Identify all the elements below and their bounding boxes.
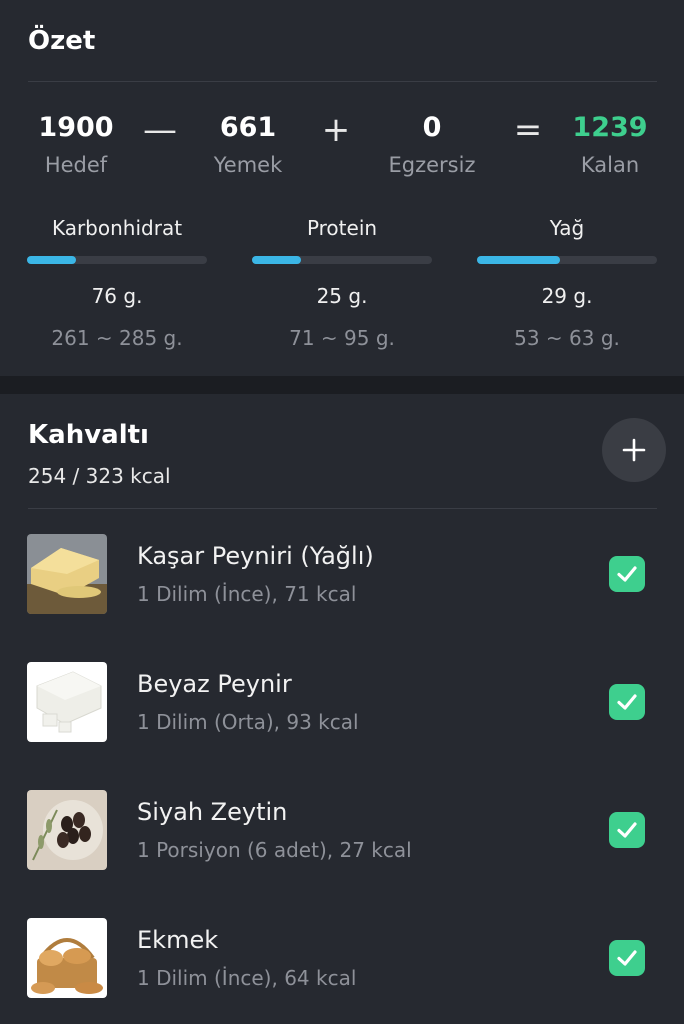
- macro-fat: Yağ 29 g. 53 ~ 63 g.: [477, 216, 657, 350]
- checkbox-checked[interactable]: [609, 556, 645, 592]
- remaining-value: 1239: [572, 112, 648, 143]
- macro-value: 29 g.: [541, 284, 593, 308]
- food-description: 1 Porsiyon (6 adet), 27 kcal: [137, 838, 412, 862]
- checkbox-checked[interactable]: [609, 940, 645, 976]
- checkmark-icon: [617, 694, 637, 710]
- remaining-stat: 1239 Kalan: [540, 112, 680, 177]
- food-item[interactable]: Ekmek 1 Dilim (İnce), 64 kcal: [0, 918, 684, 1000]
- checkmark-icon: [617, 950, 637, 966]
- exercise-stat: 0 Egzersiz: [362, 112, 502, 177]
- meal-card-breakfast: Kahvaltı 254 / 323 kcal Kaşar Peyniri (Y…: [0, 394, 684, 1024]
- macro-value: 76 g.: [91, 284, 143, 308]
- divider: [28, 81, 657, 82]
- progress-fill: [477, 256, 560, 264]
- goal-value: 1900: [38, 112, 114, 143]
- add-food-button[interactable]: [602, 418, 666, 482]
- macro-carbs: Karbonhidrat 76 g. 261 ~ 285 g.: [27, 216, 207, 350]
- exercise-label: Egzersiz: [388, 153, 476, 177]
- food-item[interactable]: Kaşar Peyniri (Yağlı) 1 Dilim (İnce), 71…: [0, 534, 684, 616]
- food-name: Siyah Zeytin: [137, 798, 288, 826]
- food-name: Kaşar Peyniri (Yağlı): [137, 542, 374, 570]
- food-label: Yemek: [213, 153, 283, 177]
- macro-range: 261 ~ 285 g.: [51, 326, 183, 350]
- meal-kcal: 254 / 323 kcal: [28, 464, 171, 488]
- summary-title: Özet: [28, 26, 96, 56]
- progress-fill: [252, 256, 301, 264]
- macro-protein: Protein 25 g. 71 ~ 95 g.: [252, 216, 432, 350]
- macro-value: 25 g.: [316, 284, 368, 308]
- plus-icon: [622, 438, 646, 462]
- goal-stat: 1900 Hedef: [6, 112, 146, 177]
- cheese-image: [27, 534, 107, 614]
- calorie-equation: 1900 Hedef — 661 Yemek + 0 Egzersiz = 12…: [0, 112, 684, 192]
- summary-card: Özet 1900 Hedef — 661 Yemek + 0 Egzersiz…: [0, 0, 684, 376]
- plus-operator: +: [321, 110, 351, 150]
- minus-operator: —: [143, 110, 177, 150]
- progress-fill: [27, 256, 76, 264]
- food-description: 1 Dilim (Orta), 93 kcal: [137, 710, 359, 734]
- checkbox-checked[interactable]: [609, 684, 645, 720]
- exercise-value: 0: [422, 112, 442, 143]
- macro-name: Yağ: [549, 216, 585, 240]
- macro-name: Protein: [306, 216, 378, 240]
- checkmark-icon: [617, 566, 637, 582]
- bread-image: [27, 918, 107, 998]
- goal-label: Hedef: [44, 153, 108, 177]
- macro-progress-bar: [477, 256, 657, 264]
- macro-range: 53 ~ 63 g.: [514, 326, 620, 350]
- food-name: Ekmek: [137, 926, 219, 954]
- checkmark-icon: [617, 822, 637, 838]
- macro-name: Karbonhidrat: [51, 216, 183, 240]
- food-value: 661: [219, 112, 277, 143]
- divider: [28, 508, 657, 509]
- food-description: 1 Dilim (İnce), 71 kcal: [137, 582, 357, 606]
- olives-image: [27, 790, 107, 870]
- macro-range: 71 ~ 95 g.: [289, 326, 395, 350]
- food-stat: 661 Yemek: [178, 112, 318, 177]
- food-item[interactable]: Siyah Zeytin 1 Porsiyon (6 adet), 27 kca…: [0, 790, 684, 872]
- macro-progress-bar: [27, 256, 207, 264]
- food-name: Beyaz Peynir: [137, 670, 292, 698]
- meal-title: Kahvaltı: [28, 420, 149, 450]
- white-cheese-image: [27, 662, 107, 742]
- checkbox-checked[interactable]: [609, 812, 645, 848]
- food-item[interactable]: Beyaz Peynir 1 Dilim (Orta), 93 kcal: [0, 662, 684, 744]
- food-description: 1 Dilim (İnce), 64 kcal: [137, 966, 357, 990]
- remaining-label: Kalan: [580, 153, 640, 177]
- macro-progress-bar: [252, 256, 432, 264]
